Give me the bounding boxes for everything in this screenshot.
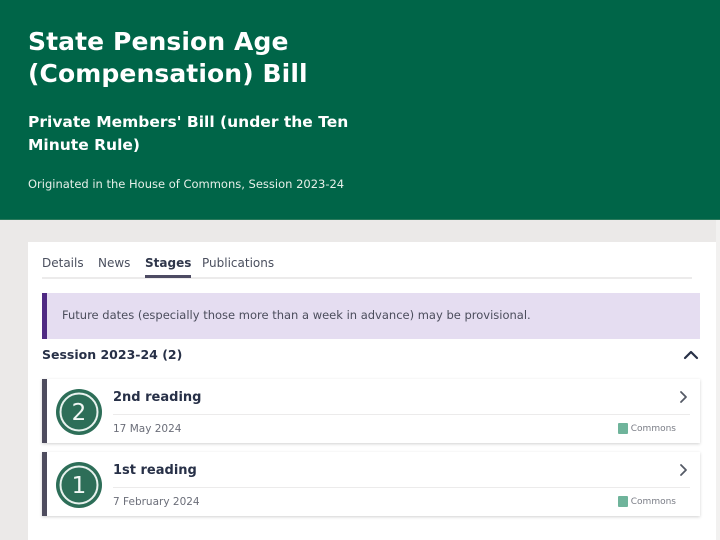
stage-divider — [113, 487, 690, 488]
chevron-right-icon[interactable] — [676, 463, 690, 477]
stage-name: 1st reading — [113, 463, 197, 478]
stage-date: 7 February 2024 — [113, 496, 200, 508]
tab-news[interactable]: News — [98, 256, 130, 275]
bill-origin: Originated in the House of Commons, Sess… — [28, 177, 345, 191]
bill-header: State Pension Age (Compensation) Bill Pr… — [0, 0, 720, 220]
stage-number: 1 — [72, 473, 87, 499]
house-label: Commons — [617, 423, 676, 434]
page-scrollbar[interactable] — [716, 220, 720, 540]
stage-number-badge: 1 — [56, 462, 102, 508]
commons-portcullis-icon — [617, 496, 628, 507]
stage-item[interactable]: 1 1st reading 7 February 2024 Commons — [42, 452, 700, 516]
bill-type: Private Members' Bill (under the Ten Min… — [28, 113, 349, 154]
tab-publications[interactable]: Publications — [202, 256, 274, 275]
commons-portcullis-icon — [617, 423, 628, 434]
tab-stages[interactable]: Stages — [145, 256, 192, 278]
session-heading[interactable]: Session 2023-24 (2) — [42, 347, 182, 362]
tab-details[interactable]: Details — [42, 256, 84, 275]
bill-title: State Pension Age (Compensation) Bill — [28, 27, 308, 88]
chevron-right-icon[interactable] — [676, 390, 690, 404]
provisional-dates-notice: Future dates (especially those more than… — [42, 293, 700, 339]
content-card: Details News Stages Publications Future … — [28, 242, 716, 540]
stage-item[interactable]: 2 2nd reading 17 May 2024 Commons — [42, 379, 700, 443]
stage-divider — [113, 414, 690, 415]
stage-date: 17 May 2024 — [113, 423, 182, 435]
stage-name: 2nd reading — [113, 390, 202, 405]
stage-number: 2 — [72, 400, 87, 426]
stage-number-badge: 2 — [56, 389, 102, 435]
house-name: Commons — [630, 423, 676, 434]
chevron-up-icon[interactable] — [682, 346, 700, 364]
house-label: Commons — [617, 496, 676, 507]
house-name: Commons — [630, 496, 676, 507]
bill-tabs: Details News Stages Publications — [42, 242, 692, 279]
